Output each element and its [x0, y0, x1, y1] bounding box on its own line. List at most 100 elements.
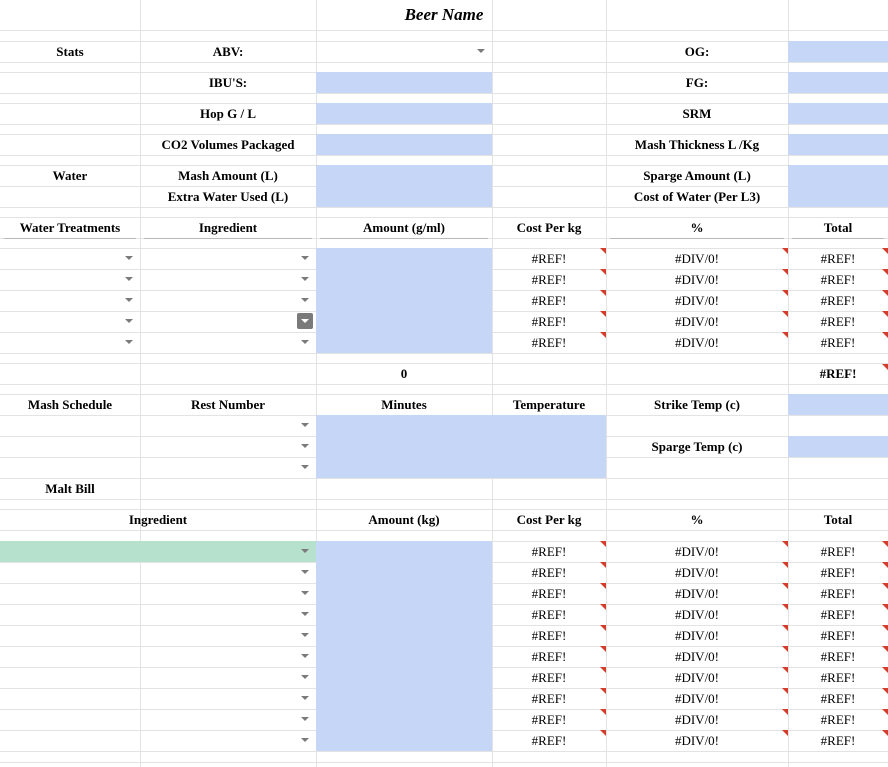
- abv-label[interactable]: ABV:: [140, 41, 316, 62]
- malt-cost-cell[interactable]: #REF!: [492, 646, 606, 667]
- co2-input[interactable]: [316, 134, 492, 155]
- treatment-type-cell[interactable]: [0, 248, 140, 269]
- malt-ingredient-cell[interactable]: [0, 709, 316, 730]
- malt-header-total[interactable]: Total: [788, 509, 888, 530]
- srm-label[interactable]: SRM: [606, 103, 788, 124]
- malt-percent-cell[interactable]: #DIV/0!: [606, 583, 788, 604]
- treatment-cost-cell[interactable]: #REF!: [492, 290, 606, 311]
- chevron-down-icon[interactable]: [301, 675, 309, 679]
- chevron-down-icon[interactable]: [125, 277, 133, 281]
- chevron-down-icon[interactable]: [301, 717, 309, 721]
- treatment-total-cell[interactable]: #REF!: [788, 332, 888, 353]
- treatment-type-cell[interactable]: [0, 269, 140, 290]
- malt-cost-cell[interactable]: #REF!: [492, 562, 606, 583]
- treatments-header-amount[interactable]: Amount (g/ml): [316, 217, 492, 238]
- malt-amount-input[interactable]: [316, 562, 492, 583]
- treatment-ingredient-cell[interactable]: [140, 311, 316, 332]
- water-label[interactable]: Water: [0, 165, 140, 186]
- sparge-amount-label[interactable]: Sparge Amount (L): [606, 165, 788, 186]
- treatment-total-cell[interactable]: #REF!: [788, 248, 888, 269]
- sparge-temp-input[interactable]: [788, 436, 888, 457]
- treatment-amount-input[interactable]: [316, 290, 492, 311]
- treatment-type-cell[interactable]: [0, 290, 140, 311]
- fg-input[interactable]: [788, 72, 888, 93]
- spreadsheet-grid[interactable]: Beer Name Stats ABV: OG: IBU'S: FG: Hop …: [0, 0, 888, 767]
- mash-minutes-input[interactable]: [316, 415, 492, 436]
- malt-total-cell[interactable]: #REF!: [788, 604, 888, 625]
- treatments-total-sum[interactable]: #REF!: [788, 363, 888, 384]
- mash-thickness-input[interactable]: [788, 134, 888, 155]
- chevron-down-icon[interactable]: [125, 256, 133, 260]
- malt-ingredient-cell[interactable]: [0, 667, 316, 688]
- treatments-header-ingredient[interactable]: Ingredient: [140, 217, 316, 238]
- malt-ingredient-cell[interactable]: [0, 646, 316, 667]
- treatment-total-cell[interactable]: #REF!: [788, 311, 888, 332]
- sparge-amount-input[interactable]: [788, 165, 888, 186]
- mash-thickness-label[interactable]: Mash Thickness L /Kg: [606, 134, 788, 155]
- treatment-type-cell[interactable]: [0, 332, 140, 353]
- malt-ingredient-cell[interactable]: [0, 625, 316, 646]
- malt-percent-cell[interactable]: #DIV/0!: [606, 646, 788, 667]
- malt-percent-cell[interactable]: #DIV/0!: [606, 709, 788, 730]
- treatments-amount-sum[interactable]: 0: [316, 363, 492, 384]
- chevron-down-icon[interactable]: [301, 570, 309, 574]
- mash-temperature-input[interactable]: [492, 436, 606, 457]
- malt-cost-cell[interactable]: #REF!: [492, 709, 606, 730]
- malt-cost-cell[interactable]: #REF!: [492, 667, 606, 688]
- beer-name-title[interactable]: Beer Name: [0, 0, 888, 30]
- extra-water-label[interactable]: Extra Water Used (L): [140, 186, 316, 207]
- treatment-percent-cell[interactable]: #DIV/0!: [606, 311, 788, 332]
- treatment-total-cell[interactable]: #REF!: [788, 290, 888, 311]
- stats-label[interactable]: Stats: [0, 41, 140, 62]
- treatment-percent-cell[interactable]: #DIV/0!: [606, 269, 788, 290]
- treatments-header-total[interactable]: Total: [788, 217, 888, 238]
- mash-minutes-input[interactable]: [316, 436, 492, 457]
- abv-dropdown-cell[interactable]: [316, 41, 492, 62]
- malt-amount-input[interactable]: [316, 604, 492, 625]
- malt-amount-input[interactable]: [316, 541, 492, 562]
- mash-header-schedule[interactable]: Mash Schedule: [0, 394, 140, 415]
- treatment-amount-input[interactable]: [316, 248, 492, 269]
- malt-ingredient-cell[interactable]: [0, 730, 316, 751]
- mash-header-rest-number[interactable]: Rest Number: [140, 394, 316, 415]
- malt-header-percent[interactable]: %: [606, 509, 788, 530]
- treatment-type-cell[interactable]: [0, 311, 140, 332]
- malt-percent-cell[interactable]: #DIV/0!: [606, 541, 788, 562]
- treatment-cost-cell[interactable]: #REF!: [492, 332, 606, 353]
- treatment-ingredient-cell[interactable]: [140, 290, 316, 311]
- treatment-percent-cell[interactable]: #DIV/0!: [606, 248, 788, 269]
- chevron-down-icon[interactable]: [297, 313, 313, 329]
- abv-dropdown-chevron-down-icon[interactable]: [477, 49, 485, 53]
- extra-water-input[interactable]: [316, 186, 492, 207]
- chevron-down-icon[interactable]: [125, 298, 133, 302]
- treatment-amount-input[interactable]: [316, 311, 492, 332]
- hop-input[interactable]: [316, 103, 492, 124]
- malt-total-cell[interactable]: #REF!: [788, 625, 888, 646]
- chevron-down-icon[interactable]: [301, 696, 309, 700]
- malt-total-cell[interactable]: #REF!: [788, 709, 888, 730]
- treatment-ingredient-cell[interactable]: [140, 248, 316, 269]
- chevron-down-icon[interactable]: [301, 549, 309, 553]
- treatments-header-cost[interactable]: Cost Per kg: [492, 217, 606, 238]
- malt-ingredient-cell[interactable]: [0, 562, 316, 583]
- chevron-down-icon[interactable]: [301, 256, 309, 260]
- strike-temp-label[interactable]: Strike Temp (c): [606, 394, 788, 415]
- malt-bill-label[interactable]: Malt Bill: [0, 478, 140, 499]
- fg-label[interactable]: FG:: [606, 72, 788, 93]
- mash-header-temperature[interactable]: Temperature: [492, 394, 606, 415]
- malt-ingredient-cell[interactable]: [0, 688, 316, 709]
- malt-amount-input[interactable]: [316, 709, 492, 730]
- malt-ingredient-cell[interactable]: [0, 583, 316, 604]
- malt-total-cell[interactable]: #REF!: [788, 646, 888, 667]
- malt-percent-cell[interactable]: #DIV/0!: [606, 604, 788, 625]
- mash-temperature-input[interactable]: [492, 415, 606, 436]
- chevron-down-icon[interactable]: [125, 340, 133, 344]
- malt-total-cell[interactable]: #REF!: [788, 583, 888, 604]
- malt-cost-cell[interactable]: #REF!: [492, 730, 606, 751]
- ibu-label[interactable]: IBU'S:: [140, 72, 316, 93]
- chevron-down-icon[interactable]: [301, 612, 309, 616]
- malt-amount-input[interactable]: [316, 646, 492, 667]
- malt-amount-input[interactable]: [316, 625, 492, 646]
- chevron-down-icon[interactable]: [301, 340, 309, 344]
- malt-cost-cell[interactable]: #REF!: [492, 625, 606, 646]
